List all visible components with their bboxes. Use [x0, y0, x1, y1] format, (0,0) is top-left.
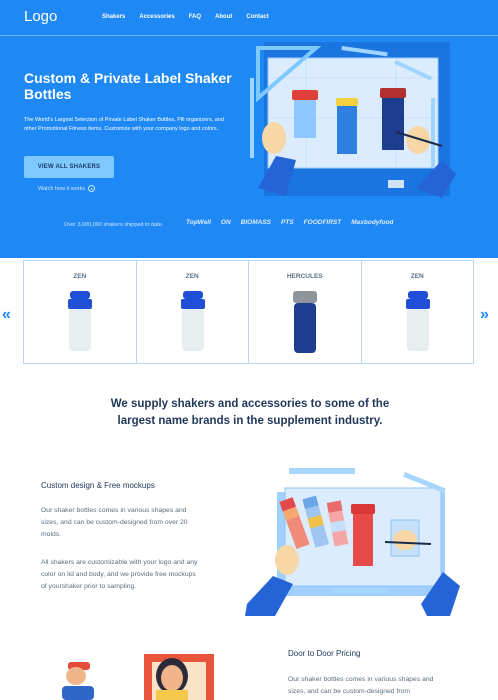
- shaker-bottle-image: [180, 291, 205, 351]
- feature-title: Custom design & Free mockups: [41, 481, 155, 490]
- view-all-shakers-button[interactable]: VIEW ALL SHAKERS: [24, 156, 114, 178]
- watch-how-it-works-link[interactable]: Watch how it works: [38, 185, 96, 192]
- product-cards: ZEN ZEN HERCULES ZEN: [23, 260, 474, 364]
- feature-text: Our shaker bottles comes in various shap…: [288, 676, 434, 695]
- product-card[interactable]: HERCULES: [249, 261, 362, 363]
- hero-title: Custom & Private Label Shaker Bottles: [24, 70, 232, 102]
- top-nav: Logo Shakers Accessories FAQ About Conta…: [0, 0, 498, 36]
- product-name: ZEN: [73, 273, 87, 280]
- play-icon: [88, 185, 96, 192]
- feature-text: All shakers are customizable with your l…: [41, 559, 198, 590]
- nav-link-shakers[interactable]: Shakers: [102, 14, 125, 20]
- product-card[interactable]: ZEN: [362, 261, 474, 363]
- brand-logo: Maxbodyfood: [351, 219, 394, 226]
- brand-logos: TopWell ON BIOMASS PTS FOODFIRST Maxbody…: [186, 219, 393, 226]
- brand-logo: TopWell: [186, 219, 211, 226]
- product-card[interactable]: ZEN: [137, 261, 249, 363]
- supply-heading: We supply shakers and accessories to som…: [110, 398, 390, 427]
- brand-logo: ON: [220, 219, 231, 226]
- design-illustration: [245, 468, 460, 616]
- shipped-count-text: Over 3,000,000 shakers shipped to date.: [64, 222, 164, 228]
- brand-logo: PTS: [281, 219, 294, 226]
- nav-link-about[interactable]: About: [215, 14, 232, 20]
- carousel-next-button[interactable]: »: [480, 306, 489, 324]
- carousel-prev-button[interactable]: «: [2, 306, 11, 324]
- product-carousel: « ZEN ZEN HERCULES ZEN »: [0, 258, 498, 366]
- product-card[interactable]: ZEN: [24, 261, 137, 363]
- hero-description: The World's Largest Selection of Private…: [24, 117, 224, 132]
- brand-logo: FOODFIRST: [303, 219, 342, 226]
- shaker-bottle-image: [293, 291, 317, 353]
- logo[interactable]: Logo: [24, 8, 57, 25]
- nav-link-contact[interactable]: Contact: [246, 14, 268, 20]
- product-name: HERCULES: [286, 273, 323, 280]
- hero-section: Logo Shakers Accessories FAQ About Conta…: [0, 0, 498, 258]
- hero-illustration: [250, 42, 456, 198]
- shaker-bottle-image: [405, 291, 430, 351]
- shaker-bottle-image: [68, 291, 92, 351]
- feature-title: Door to Door Pricing: [288, 649, 361, 658]
- nav-link-accessories[interactable]: Accessories: [139, 14, 174, 20]
- nav-link-faq[interactable]: FAQ: [189, 14, 201, 20]
- nav-links: Shakers Accessories FAQ About Contact: [102, 14, 269, 20]
- watch-label: Watch how it works: [38, 185, 86, 192]
- product-name: ZEN: [185, 273, 199, 280]
- product-name: ZEN: [410, 273, 424, 280]
- brand-logo: BIOMASS: [240, 219, 272, 226]
- feature-text: Our shaker bottles comes in various shap…: [41, 507, 188, 538]
- delivery-illustration: [62, 654, 214, 700]
